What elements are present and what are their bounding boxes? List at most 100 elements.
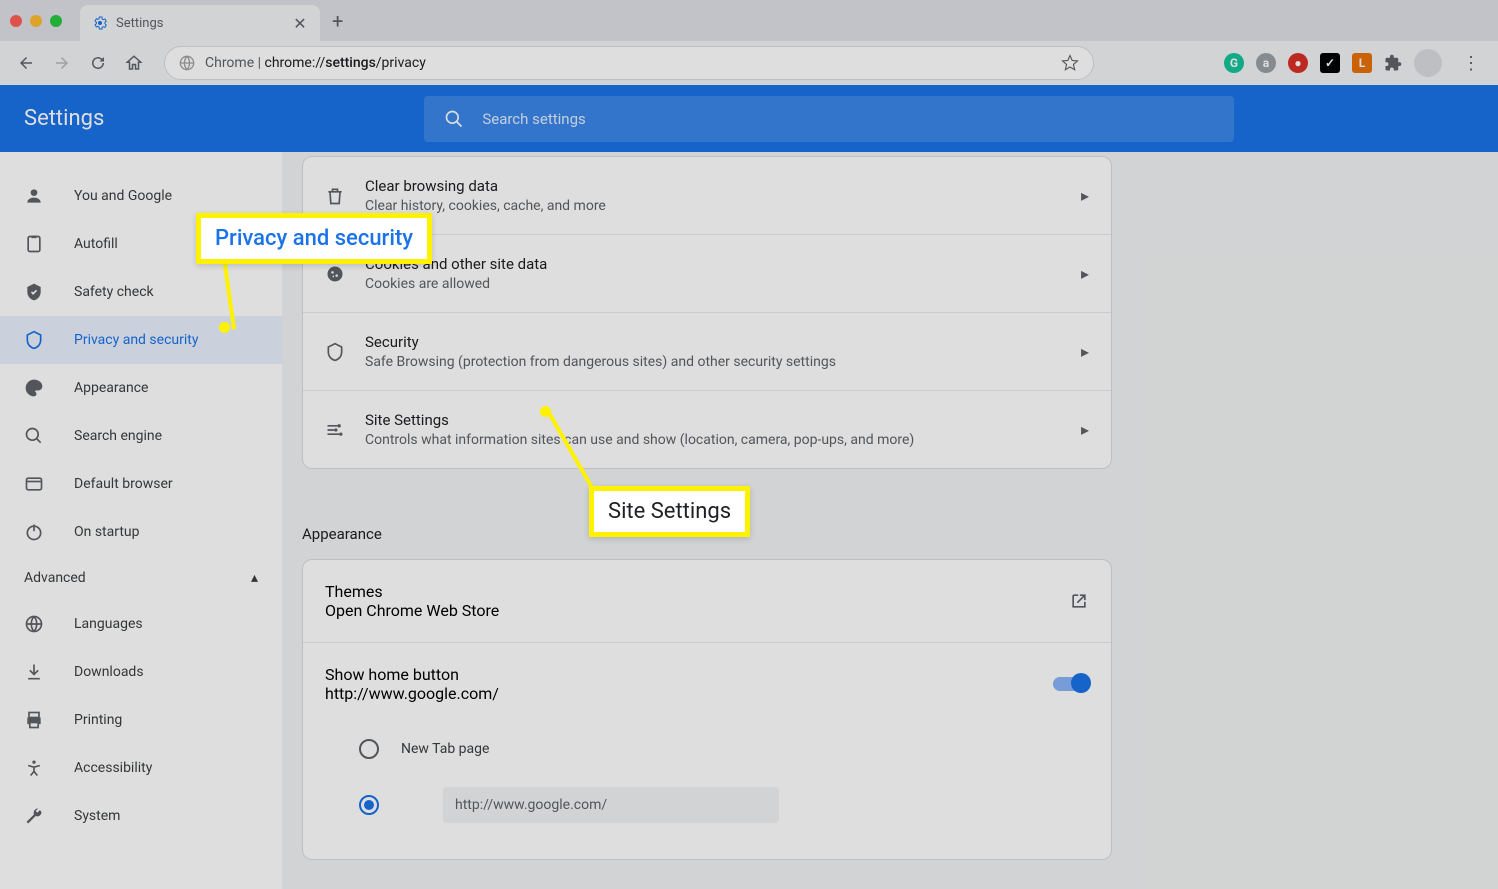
- globe-icon: [24, 614, 44, 634]
- themes-row[interactable]: Themes Open Chrome Web Store: [303, 560, 1111, 643]
- custom-url-input[interactable]: [443, 787, 779, 823]
- sidebar-item-label: Accessibility: [74, 760, 152, 776]
- row-subtitle: Controls what information sites can use …: [365, 432, 1069, 448]
- appearance-card: Themes Open Chrome Web Store Show home b…: [302, 559, 1112, 860]
- callout-site-settings: Site Settings: [589, 486, 750, 537]
- browser-tab[interactable]: Settings ✕: [80, 5, 320, 41]
- callout-dot: [219, 322, 230, 333]
- extension-icon[interactable]: ✓: [1320, 53, 1340, 73]
- home-button[interactable]: [118, 47, 150, 79]
- radio-new-tab-page[interactable]: New Tab page: [325, 725, 1089, 773]
- extension-icon[interactable]: ●: [1288, 53, 1308, 73]
- privacy-security-card: Clear browsing data Clear history, cooki…: [302, 156, 1112, 469]
- search-icon: [24, 426, 44, 446]
- wrench-icon: [24, 806, 44, 826]
- sidebar-item-on-startup[interactable]: On startup: [0, 508, 282, 556]
- sidebar-item-label: Downloads: [74, 664, 144, 680]
- radio-button[interactable]: [359, 795, 379, 815]
- row-title: Security: [365, 333, 1069, 351]
- settings-gear-icon: [92, 15, 108, 31]
- home-button-subtitle: http://www.google.com/: [325, 684, 499, 703]
- sidebar-item-label: On startup: [74, 524, 140, 540]
- palette-icon: [24, 378, 44, 398]
- close-tab-icon[interactable]: ✕: [292, 15, 308, 31]
- forward-button[interactable]: [46, 47, 78, 79]
- url-text: Chrome | chrome://settings/privacy: [205, 55, 426, 71]
- search-settings-input[interactable]: Search settings: [424, 96, 1234, 142]
- sidebar-item-downloads[interactable]: Downloads: [0, 648, 282, 696]
- row-subtitle: Cookies are allowed: [365, 276, 1069, 292]
- sidebar-item-appearance[interactable]: Appearance: [0, 364, 282, 412]
- sidebar-item-label: Safety check: [74, 284, 154, 300]
- shield-check-icon: [24, 282, 44, 302]
- sidebar-item-label: System: [74, 808, 120, 824]
- sidebar-item-accessibility[interactable]: Accessibility: [0, 744, 282, 792]
- row-title: Cookies and other site data: [365, 255, 1069, 273]
- new-tab-button[interactable]: +: [332, 9, 343, 33]
- bookmark-star-icon[interactable]: [1061, 54, 1079, 72]
- settings-content: Clear browsing data Clear history, cooki…: [282, 152, 1498, 889]
- themes-title: Themes: [325, 582, 499, 601]
- site-info-icon[interactable]: [179, 55, 195, 71]
- profile-avatar[interactable]: [1414, 49, 1442, 77]
- power-icon: [24, 522, 44, 542]
- reload-button[interactable]: [82, 47, 114, 79]
- radio-custom-url[interactable]: [325, 773, 1089, 837]
- row-title: Clear browsing data: [365, 177, 1069, 195]
- home-button-toggle[interactable]: [1053, 677, 1089, 691]
- extension-icon[interactable]: G: [1224, 53, 1244, 73]
- show-home-button-row: Show home button http://www.google.com/: [303, 643, 1111, 725]
- extension-icons: G a ● ✓ L ⋮: [1224, 49, 1488, 77]
- close-window-button[interactable]: [10, 15, 22, 27]
- sidebar-item-privacy-security[interactable]: Privacy and security: [0, 316, 282, 364]
- window-controls: [10, 15, 62, 27]
- minimize-window-button[interactable]: [30, 15, 42, 27]
- sidebar-item-label: Languages: [74, 616, 143, 632]
- chevron-right-icon: ▸: [1069, 186, 1089, 205]
- tab-title: Settings: [116, 16, 292, 31]
- sidebar-item-safety-check[interactable]: Safety check: [0, 268, 282, 316]
- person-icon: [24, 186, 44, 206]
- extension-icon[interactable]: a: [1256, 53, 1276, 73]
- accessibility-icon: [24, 758, 44, 778]
- callout-privacy-security: Privacy and security: [196, 213, 432, 264]
- maximize-window-button[interactable]: [50, 15, 62, 27]
- row-subtitle: Clear history, cookies, cache, and more: [365, 198, 1069, 214]
- chevron-right-icon: ▸: [1069, 420, 1089, 439]
- sidebar-item-label: Search engine: [74, 428, 162, 444]
- sidebar-item-printing[interactable]: Printing: [0, 696, 282, 744]
- browser-toolbar: Chrome | chrome://settings/privacy G a ●…: [0, 41, 1498, 85]
- browser-tab-bar: Settings ✕ +: [0, 0, 1498, 41]
- home-page-radio-group: New Tab page: [303, 725, 1111, 859]
- sidebar-item-languages[interactable]: Languages: [0, 600, 282, 648]
- address-bar[interactable]: Chrome | chrome://settings/privacy: [164, 46, 1094, 80]
- advanced-label: Advanced: [24, 570, 86, 586]
- browser-menu-icon[interactable]: ⋮: [1454, 53, 1488, 74]
- row-title: Site Settings: [365, 411, 1069, 429]
- sidebar-item-label: Autofill: [74, 236, 118, 252]
- themes-subtitle: Open Chrome Web Store: [325, 601, 499, 620]
- sidebar-item-default-browser[interactable]: Default browser: [0, 460, 282, 508]
- back-button[interactable]: [10, 47, 42, 79]
- sidebar-item-label: Appearance: [74, 380, 148, 396]
- extension-icon[interactable]: L: [1352, 53, 1372, 73]
- autofill-icon: [24, 234, 44, 254]
- sidebar-item-search-engine[interactable]: Search engine: [0, 412, 282, 460]
- shield-icon: [24, 330, 44, 350]
- radio-button[interactable]: [359, 739, 379, 759]
- sidebar-advanced-toggle[interactable]: Advanced ▴: [0, 556, 282, 600]
- row-subtitle: Safe Browsing (protection from dangerous…: [365, 354, 1069, 370]
- site-settings-row[interactable]: Site Settings Controls what information …: [303, 391, 1111, 468]
- security-row[interactable]: Security Safe Browsing (protection from …: [303, 313, 1111, 391]
- chevron-right-icon: ▸: [1069, 264, 1089, 283]
- tune-icon: [325, 420, 345, 440]
- sidebar-item-label: Privacy and security: [74, 332, 198, 348]
- settings-title: Settings: [24, 106, 104, 131]
- sidebar-item-label: Default browser: [74, 476, 173, 492]
- cookie-icon: [325, 264, 345, 284]
- sidebar-item-label: Printing: [74, 712, 122, 728]
- security-shield-icon: [325, 342, 345, 362]
- sidebar-item-system[interactable]: System: [0, 792, 282, 840]
- callout-dot: [540, 406, 551, 417]
- extensions-puzzle-icon[interactable]: [1384, 54, 1402, 72]
